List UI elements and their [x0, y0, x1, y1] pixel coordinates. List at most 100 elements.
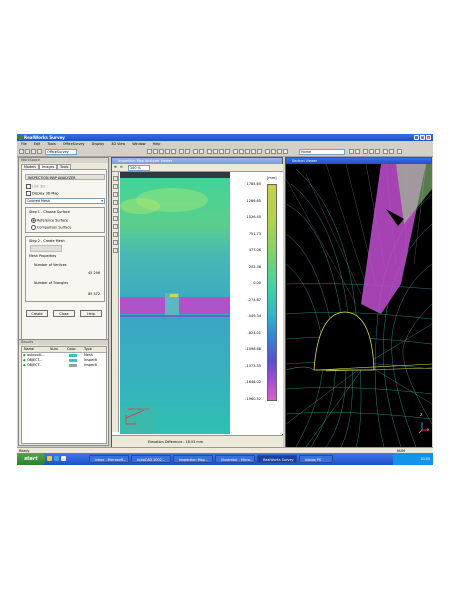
- settings-icon[interactable]: [383, 148, 388, 154]
- row-type: Inspecti: [84, 363, 98, 367]
- open-icon[interactable]: [25, 148, 30, 154]
- colorbar-tick-label: 0.00: [253, 281, 261, 286]
- close-icon[interactable]: ×: [426, 135, 431, 140]
- taskbar: start Inbox - Microsoft... AutoCAD 2002.…: [17, 453, 433, 465]
- task-adobe[interactable]: Adobe PS: [299, 455, 333, 463]
- probe-icon[interactable]: [112, 200, 118, 205]
- link3d-checkbox[interactable]: Link 3D: [26, 184, 45, 189]
- zoom-in-icon[interactable]: ⊕: [114, 165, 117, 169]
- distance-icon[interactable]: [112, 224, 118, 229]
- menu-window[interactable]: Window: [132, 142, 145, 146]
- grid-toggle-icon[interactable]: [112, 240, 118, 245]
- label-icon[interactable]: [112, 216, 118, 221]
- light-icon[interactable]: [185, 148, 190, 154]
- clip-icon[interactable]: [265, 148, 270, 154]
- map-viewer-window: Inspection Map Analyzer Viewer ⊕ ⊖ 100 %: [111, 157, 283, 448]
- undo-icon[interactable]: [277, 148, 282, 154]
- info-icon[interactable]: [389, 148, 394, 154]
- report-icon[interactable]: [375, 148, 380, 154]
- export-icon[interactable]: [369, 148, 374, 154]
- print-icon[interactable]: [37, 148, 42, 154]
- colorbar-tick-label: 1785.65: [246, 182, 261, 186]
- texture-icon[interactable]: [257, 148, 262, 154]
- rotate-icon[interactable]: [165, 148, 170, 154]
- tunnel-point-cloud[interactable]: [286, 164, 432, 447]
- task-autocad[interactable]: AutoCAD 2002...: [131, 455, 171, 463]
- reference-surface-radio[interactable]: Reference Surface: [31, 218, 68, 223]
- zoom-icon[interactable]: [159, 148, 164, 154]
- table-row[interactable]: ◆ OBJECT... Inspecti: [22, 363, 106, 368]
- pan-icon[interactable]: [153, 148, 158, 154]
- create-mesh-field[interactable]: [30, 245, 62, 252]
- view-side-icon[interactable]: [219, 148, 224, 154]
- save-icon[interactable]: [31, 148, 36, 154]
- select-icon[interactable]: [147, 148, 152, 154]
- section-icon[interactable]: [233, 148, 238, 154]
- comparison-surface-radio[interactable]: Comparison Surface: [31, 225, 71, 230]
- area-icon[interactable]: [112, 232, 118, 237]
- colorbar-tick-label: 202.38: [248, 264, 261, 269]
- window-tile-icon[interactable]: [355, 148, 360, 154]
- zoom-out-icon[interactable]: ⊖: [120, 165, 123, 169]
- quicklaunch-icon[interactable]: [47, 456, 52, 461]
- magnifier-icon[interactable]: [112, 192, 118, 197]
- clock[interactable]: 10:45: [420, 457, 430, 461]
- title-bar: RealWorks Survey _ □ ×: [17, 134, 433, 141]
- desktop-icon[interactable]: [61, 456, 66, 461]
- maximize-icon[interactable]: □: [420, 135, 425, 140]
- fence-icon[interactable]: [271, 148, 276, 154]
- menu-edit[interactable]: Edit: [34, 142, 41, 146]
- profile-icon[interactable]: [112, 208, 118, 213]
- redo-icon[interactable]: [283, 148, 288, 154]
- vertices-label: Number of Vertices: [34, 263, 67, 267]
- create-button[interactable]: Create: [26, 310, 48, 317]
- mesh-type-select[interactable]: Colored Mesh ▾: [25, 198, 105, 204]
- view-iso-icon[interactable]: [225, 148, 230, 154]
- col-color[interactable]: Color: [67, 347, 76, 352]
- view-top-icon[interactable]: [207, 148, 212, 154]
- view-front-icon[interactable]: [213, 148, 218, 154]
- mode-combo[interactable]: OfficeSurvey: [45, 148, 77, 155]
- menu-display[interactable]: Display: [92, 142, 105, 146]
- extra-icon[interactable]: [397, 148, 402, 154]
- hand-icon[interactable]: [112, 184, 118, 189]
- menu-officesurvey[interactable]: OfficeSurvey: [63, 142, 85, 146]
- vertices-value: 45 296: [88, 271, 100, 275]
- layer-icon[interactable]: [199, 148, 204, 154]
- measure-icon[interactable]: [179, 148, 184, 154]
- task-illustrator[interactable]: Illustrator - Micro...: [215, 455, 255, 463]
- start-button[interactable]: start: [17, 453, 45, 465]
- col-type[interactable]: Type: [84, 347, 92, 352]
- new-icon[interactable]: [19, 148, 24, 154]
- close-button[interactable]: Close: [53, 310, 75, 317]
- display3d-checkbox[interactable]: Display 3D Map: [26, 191, 59, 196]
- task-outlook[interactable]: Inbox - Microsoft...: [89, 455, 129, 463]
- colorbar-tick-label: -549.34: [247, 314, 261, 319]
- menu-3dview[interactable]: 3D View: [111, 142, 125, 146]
- mesh-icon[interactable]: [239, 148, 244, 154]
- view-combo[interactable]: Home: [299, 148, 345, 155]
- fit-icon[interactable]: [171, 148, 176, 154]
- zoom-combo[interactable]: 100 %: [128, 164, 150, 171]
- grid-icon[interactable]: [193, 148, 198, 154]
- task-inspection-map[interactable]: Inspection Map...: [173, 455, 213, 463]
- colorbar: [267, 184, 277, 401]
- points-icon[interactable]: [245, 148, 250, 154]
- browser-icon[interactable]: [54, 456, 59, 461]
- menu-file[interactable]: File: [21, 142, 27, 146]
- color-icon[interactable]: [251, 148, 256, 154]
- col-num[interactable]: Num: [50, 347, 58, 352]
- minimize-icon[interactable]: _: [414, 135, 419, 140]
- window-cascade-icon[interactable]: [349, 148, 354, 154]
- color-swatch: [69, 359, 77, 362]
- deviation-map[interactable]: [120, 172, 230, 434]
- col-name[interactable]: Name: [24, 347, 34, 352]
- task-realworks[interactable]: RealWorks Survey: [257, 455, 297, 463]
- help-button[interactable]: Help: [80, 310, 102, 317]
- menu-help[interactable]: Help: [153, 142, 161, 146]
- menu-tools[interactable]: Tools: [47, 142, 55, 146]
- cursor-icon[interactable]: [112, 176, 118, 181]
- contour-icon[interactable]: [112, 248, 118, 253]
- camera-icon[interactable]: [363, 148, 368, 154]
- axis-z-label: Z: [420, 413, 423, 417]
